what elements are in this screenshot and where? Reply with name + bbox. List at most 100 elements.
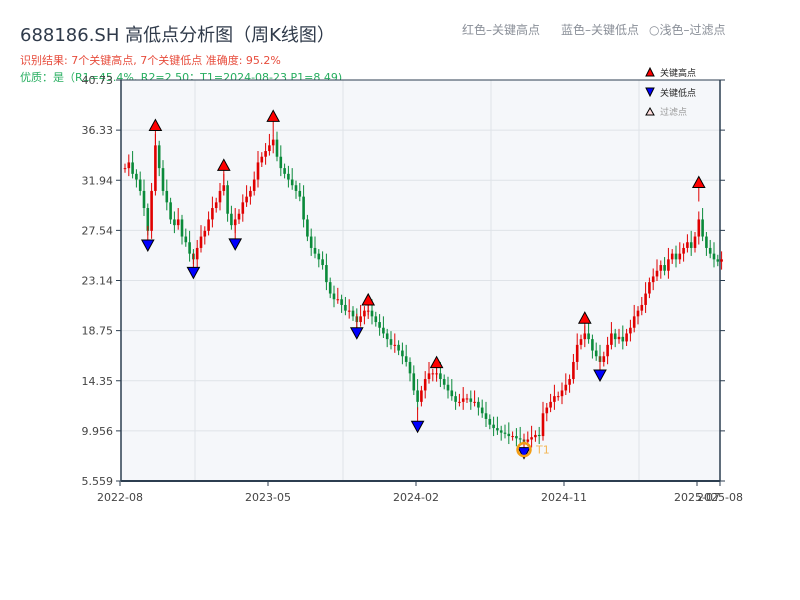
candle-body [161, 168, 165, 191]
candle-body [404, 356, 408, 362]
candle-body [150, 190, 153, 231]
candle-body [587, 333, 590, 340]
candle-body [397, 344, 400, 351]
candle-body [290, 179, 294, 186]
x-tick-label: 2022-08 [97, 491, 143, 504]
candle-body [534, 434, 537, 438]
candle-body [207, 219, 210, 231]
candle-body [199, 236, 203, 248]
y-tick-label: 9.956 [82, 425, 114, 438]
candle-body [473, 401, 476, 403]
candle-body [237, 213, 241, 220]
candle-body [283, 168, 286, 174]
x-tick-label: 2023-05 [245, 491, 291, 504]
candle-body [249, 190, 252, 197]
candle-body [135, 173, 138, 180]
candle-body [321, 259, 324, 266]
candle-body [610, 333, 613, 345]
candle-body [157, 145, 161, 169]
candle-body [347, 310, 351, 312]
candle-body [431, 373, 435, 375]
y-tick-label: 5.559 [82, 475, 114, 488]
candle-body [640, 304, 644, 311]
candle-body [682, 247, 685, 254]
candle-body [564, 384, 568, 391]
candle-body [393, 344, 397, 346]
candle-body [169, 202, 172, 220]
candle-body [484, 413, 488, 419]
candle-body [705, 236, 708, 248]
candle-body [382, 327, 385, 334]
candle-body [264, 151, 267, 157]
candle-body [492, 424, 495, 429]
x-tick-label: 2024-02 [393, 491, 439, 504]
candle-body [279, 156, 283, 169]
legend-high-icon [645, 66, 655, 77]
candle-body [606, 344, 609, 357]
candle-body [549, 401, 552, 408]
candle-body [427, 373, 431, 380]
candle-body [336, 299, 340, 301]
candle-body [553, 396, 556, 402]
candle-body [165, 190, 169, 203]
candle-body [370, 310, 374, 317]
candle-body [214, 202, 218, 209]
candle-body [621, 336, 625, 342]
candle-body [629, 327, 632, 334]
candle-body [332, 293, 336, 300]
legend-filtered-label: 过滤点 [660, 106, 687, 118]
candle-body [385, 333, 389, 340]
candle-body [515, 436, 518, 439]
candle-body [245, 196, 248, 203]
candle-body [340, 299, 343, 305]
candle-body [469, 398, 473, 402]
y-tick-label: 40.73 [82, 74, 114, 87]
candle-body [659, 265, 663, 271]
candle-body [499, 430, 503, 433]
candle-body [138, 179, 142, 191]
candle-body [180, 219, 184, 237]
candle-body [203, 230, 207, 237]
candle-body [617, 336, 621, 340]
candle-body [374, 316, 378, 323]
candle-body [378, 322, 381, 328]
chart-root: 688186.SH 高低点分析图（周K线图） 识别结果: 7个关键高点, 7个关… [0, 0, 800, 600]
candle-body [256, 162, 260, 180]
t1-label: T1 [535, 444, 550, 457]
candle-body [184, 236, 188, 243]
candle-body [716, 259, 720, 262]
candle-body [268, 145, 271, 152]
candle-body [568, 379, 571, 385]
candle-body [313, 247, 317, 254]
candle-body [439, 373, 442, 380]
candle-body [537, 434, 541, 437]
candle-body [420, 390, 423, 402]
candle-body [477, 401, 480, 408]
candle-body [530, 437, 533, 440]
y-tick-label: 27.54 [82, 224, 114, 237]
candle-body [252, 179, 256, 191]
candle-body [575, 344, 579, 362]
candle-body [359, 316, 362, 323]
candle-body [454, 396, 457, 402]
candlestick-chart: 5.559 9.956 14.35 18.75 23.14 27.54 31.94 36.33… [82, 66, 743, 504]
legend-high-label: 关键高点 [660, 67, 696, 79]
candle-body [423, 379, 427, 391]
candle-body [667, 259, 670, 271]
y-tick-label: 31.94 [82, 174, 114, 187]
candle-body [480, 407, 484, 414]
candle-body [188, 242, 191, 254]
candle-body [712, 253, 716, 260]
candle-body [545, 407, 549, 414]
candle-body [442, 379, 446, 385]
candle-body [154, 145, 157, 191]
candle-body [613, 333, 617, 340]
candle-body [317, 253, 321, 260]
candle-body [674, 253, 678, 260]
candle-body [287, 173, 290, 180]
candle-body [230, 213, 233, 226]
candle-body [560, 390, 564, 397]
candle-body [644, 293, 647, 305]
candle-body [579, 339, 583, 345]
y-tick-label: 14.35 [82, 375, 114, 388]
